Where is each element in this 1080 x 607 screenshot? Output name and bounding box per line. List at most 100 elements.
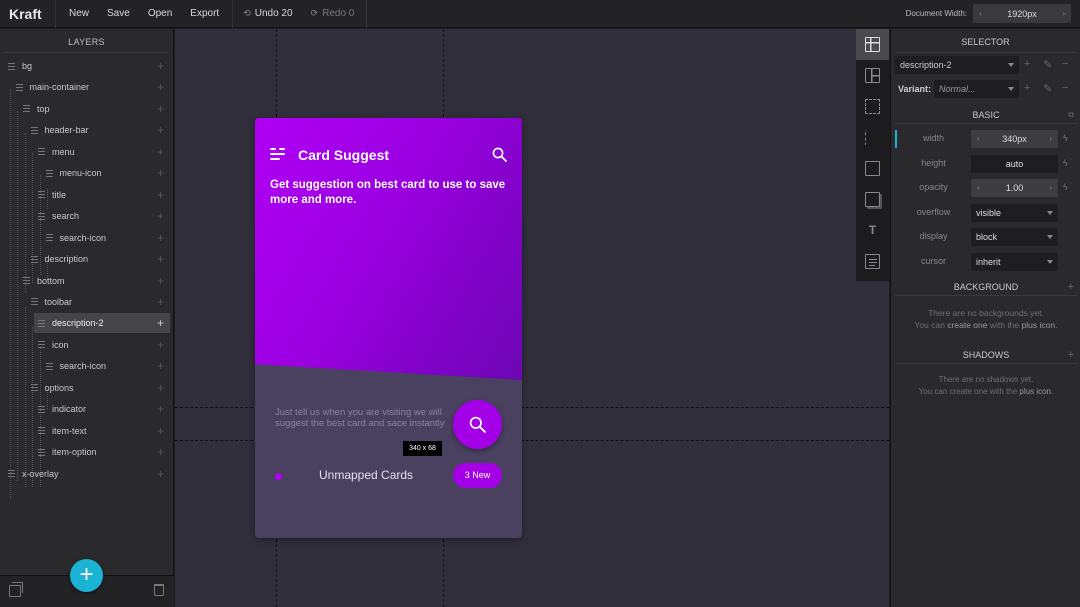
layer-item-bg[interactable]: bg +	[0, 56, 170, 76]
drag-handle-icon[interactable]	[38, 448, 45, 456]
add-child-icon[interactable]: +	[157, 359, 164, 373]
add-child-icon[interactable]: +	[157, 252, 164, 266]
drag-handle-icon[interactable]	[38, 191, 45, 199]
add-selector-icon[interactable]: +	[1024, 58, 1030, 70]
layer-item-main-container[interactable]: main-container +	[0, 77, 170, 97]
undo-button[interactable]: ⟲ Undo 20	[237, 8, 298, 19]
layer-item-header-bar[interactable]: header-bar +	[0, 120, 170, 140]
layer-item-description[interactable]: description +	[0, 249, 170, 269]
layer-item-menu-icon[interactable]: menu-icon +	[0, 163, 170, 183]
drag-handle-icon[interactable]	[8, 62, 15, 70]
add-child-icon[interactable]: +	[157, 424, 164, 438]
add-child-icon[interactable]: +	[157, 445, 164, 459]
drag-handle-icon[interactable]	[38, 341, 45, 349]
drag-handle-icon[interactable]	[38, 319, 45, 327]
layer-item-toolbar[interactable]: toolbar +	[0, 292, 170, 312]
add-shadow-icon[interactable]: +	[1068, 346, 1074, 364]
add-layer-button[interactable]: +	[70, 559, 103, 592]
add-child-icon[interactable]: +	[157, 80, 164, 94]
selector-dropdown[interactable]: description-2	[895, 56, 1019, 74]
add-background-icon[interactable]: +	[1068, 278, 1074, 296]
prop-height-input[interactable]: auto	[971, 154, 1058, 173]
add-child-icon[interactable]: +	[157, 231, 164, 245]
layer-item-indicator[interactable]: indicator +	[0, 399, 170, 419]
drag-handle-icon[interactable]	[38, 405, 45, 413]
duplicate-icon[interactable]	[9, 582, 23, 597]
layer-item-menu[interactable]: menu +	[0, 142, 170, 162]
shadows-section-header[interactable]: SHADOWS +	[895, 346, 1077, 364]
chevron-left-icon[interactable]: ‹	[979, 9, 982, 18]
add-child-icon[interactable]: +	[157, 188, 164, 202]
prop-opacity-stepper[interactable]: ‹ 1.00 ›	[971, 179, 1058, 198]
layer-item-item-text[interactable]: item-text +	[0, 421, 170, 441]
add-child-icon[interactable]: +	[157, 467, 164, 481]
variant-dropdown[interactable]: Normal...	[934, 80, 1019, 98]
chevron-left-icon[interactable]: ‹	[977, 179, 980, 197]
tool-content[interactable]	[856, 246, 889, 277]
drag-handle-icon[interactable]	[45, 169, 53, 177]
drag-handle-icon[interactable]	[23, 105, 30, 113]
drag-handle-icon[interactable]	[30, 126, 38, 134]
layer-item-search-icon[interactable]: search-icon +	[0, 356, 170, 376]
layer-item-description-2[interactable]: description-2 +	[34, 313, 170, 334]
background-section-header[interactable]: BACKGROUND +	[895, 278, 1077, 296]
open-button[interactable]: Open	[139, 0, 181, 28]
drag-handle-icon[interactable]	[30, 298, 38, 306]
prop-overflow-select[interactable]: visible	[971, 203, 1058, 222]
document-width-stepper[interactable]: ‹ 1920px ›	[973, 4, 1071, 23]
link-icon[interactable]: ϟ	[1063, 182, 1068, 192]
drag-handle-icon[interactable]	[15, 83, 23, 91]
layer-item-search[interactable]: search +	[0, 206, 170, 226]
drag-handle-icon[interactable]	[45, 362, 53, 370]
prop-cursor-select[interactable]: inherit	[971, 253, 1058, 271]
chevron-right-icon[interactable]: ›	[1062, 9, 1065, 18]
basic-section-header[interactable]: BASIC ⧉	[895, 106, 1077, 124]
add-child-icon[interactable]: +	[157, 123, 164, 137]
add-variant-icon[interactable]: +	[1024, 82, 1030, 94]
layer-item-top[interactable]: top +	[0, 99, 170, 119]
layer-item-x-overlay[interactable]: x-overlay +	[0, 464, 170, 484]
tool-spacing[interactable]	[856, 122, 889, 153]
add-child-icon[interactable]: +	[157, 274, 164, 288]
add-child-icon[interactable]: +	[157, 102, 164, 116]
chevron-right-icon[interactable]: ›	[1049, 179, 1052, 197]
layer-item-item-option[interactable]: item-option +	[0, 442, 170, 462]
save-button[interactable]: Save	[98, 0, 139, 28]
link-icon[interactable]: ϟ	[1063, 133, 1068, 143]
link-icon[interactable]: ϟ	[1063, 158, 1068, 168]
chevron-right-icon[interactable]: ›	[1049, 130, 1052, 148]
add-child-icon[interactable]: +	[157, 145, 164, 159]
card-description-2[interactable]: Just tell us when you are visiting we wi…	[275, 407, 445, 429]
layer-item-icon[interactable]: icon +	[0, 335, 170, 355]
export-button[interactable]: Export	[181, 0, 228, 28]
add-child-icon[interactable]: +	[157, 402, 164, 416]
tool-grid[interactable]	[856, 60, 889, 91]
add-child-icon[interactable]: +	[157, 338, 164, 352]
expand-icon[interactable]: ⧉	[1068, 106, 1074, 124]
add-child-icon[interactable]: +	[157, 381, 164, 395]
layer-item-search-icon[interactable]: search-icon +	[0, 228, 170, 248]
add-child-icon[interactable]: +	[157, 316, 164, 330]
drag-handle-icon[interactable]	[38, 212, 45, 220]
design-canvas[interactable]: Card Suggest Get suggestion on best card…	[175, 29, 889, 607]
prop-display-select[interactable]: block	[971, 228, 1058, 247]
edit-icon[interactable]: ✎	[1043, 82, 1052, 95]
new-button[interactable]: New	[60, 0, 98, 28]
card-preview[interactable]: Card Suggest Get suggestion on best card…	[255, 118, 522, 538]
add-child-icon[interactable]: +	[157, 166, 164, 180]
drag-handle-icon[interactable]	[8, 470, 15, 478]
remove-icon[interactable]: −	[1062, 58, 1068, 70]
prop-width-stepper[interactable]: ‹ 340px ›	[971, 130, 1058, 148]
drag-handle-icon[interactable]	[45, 234, 53, 242]
add-child-icon[interactable]: +	[157, 59, 164, 73]
trash-icon[interactable]	[154, 584, 164, 596]
redo-button[interactable]: ⟳ Redo 0	[305, 8, 361, 19]
tool-border[interactable]	[856, 153, 889, 184]
item-option-badge[interactable]: 3 New	[453, 463, 502, 488]
tool-typography[interactable]: T	[856, 215, 889, 246]
add-child-icon[interactable]: +	[157, 209, 164, 223]
chevron-left-icon[interactable]: ‹	[977, 130, 980, 148]
drag-handle-icon[interactable]	[30, 384, 38, 392]
tool-layout[interactable]	[856, 29, 889, 60]
layer-item-bottom[interactable]: bottom +	[0, 271, 170, 291]
